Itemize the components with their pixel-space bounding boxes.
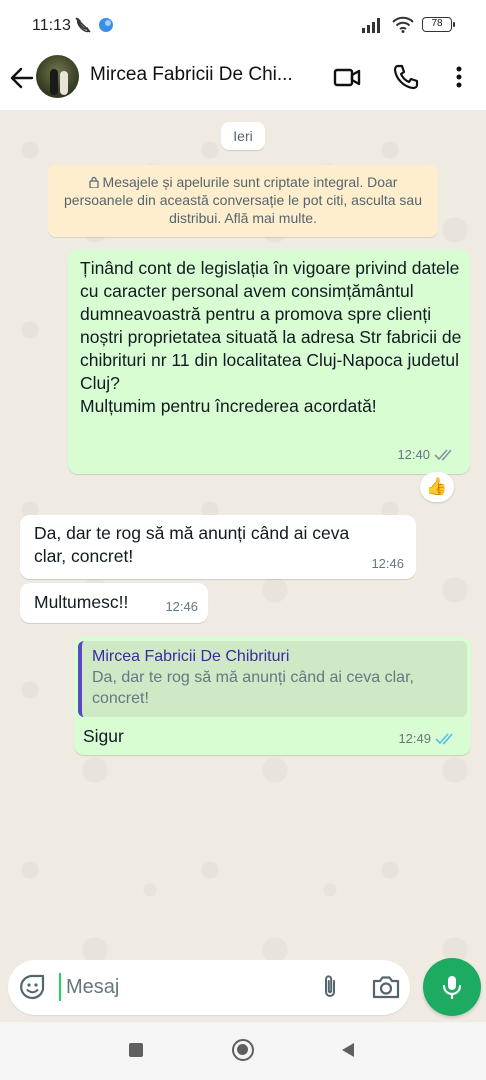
attach-icon[interactable] [315,972,345,1002]
emoji-sticker-icon[interactable] [19,973,47,1001]
mute-call-icon [75,17,91,33]
encryption-notice-text: Mesajele și apelurile sunt criptate inte… [64,174,422,226]
message-text: Da, dar te rog să mă anunți când ai ceva… [34,523,350,566]
quoted-message[interactable]: Mircea Fabricii De Chibrituri Da, dar te… [78,641,467,717]
message-time: 12:49 [398,731,431,746]
video-call-icon[interactable] [332,62,362,92]
app-notification-icon [99,18,113,32]
date-divider: Ieri [221,122,265,150]
message-time: 12:46 [371,556,404,571]
encryption-notice[interactable]: Mesajele și apelurile sunt criptate inte… [48,165,438,237]
back-arrow-icon[interactable] [8,64,36,92]
quoted-author: Mircea Fabricii De Chibrituri [92,648,290,665]
microphone-button[interactable] [423,958,481,1016]
message-composer [8,960,410,1015]
incoming-message[interactable]: Multumesc!! 12:46 [20,583,208,623]
incoming-message[interactable]: Da, dar te rog să mă anunți când ai ceva… [20,515,416,579]
outgoing-reply-message[interactable]: Mircea Fabricii De Chibrituri Da, dar te… [74,637,471,755]
back-icon[interactable] [340,1042,356,1058]
read-ticks-icon [434,448,452,460]
battery-icon: 78 [422,17,455,32]
status-bar: 11:13 78 [0,0,486,52]
lock-icon [88,176,99,188]
voice-call-icon[interactable] [391,62,421,92]
more-options-icon[interactable] [444,62,474,92]
message-text: Ținând cont de legislația în vigoare pri… [80,258,462,416]
status-time: 11:13 [32,17,71,34]
quoted-text: Da, dar te rog să mă anunți când ai ceva… [92,669,414,707]
system-navigation-bar [0,1022,486,1080]
message-time: 12:40 [397,447,430,462]
conversation-area[interactable]: Ieri Mesajele și apelurile sunt criptate… [0,110,486,960]
contact-name[interactable]: Mircea Fabricii De Chi... [90,64,320,86]
recents-icon[interactable] [129,1043,143,1057]
read-ticks-icon [435,732,453,744]
message-text: Sigur [83,726,124,746]
signal-icon [362,17,380,33]
reaction-thumbs-up[interactable]: 👍 [420,472,454,502]
message-time: 12:46 [165,599,198,614]
message-input[interactable] [66,972,286,1002]
text-cursor [59,973,61,1001]
contact-avatar[interactable] [36,55,79,98]
outgoing-message[interactable]: Ținând cont de legislația în vigoare pri… [68,249,470,474]
home-icon[interactable] [232,1039,254,1061]
camera-icon[interactable] [370,972,402,1002]
microphone-icon [442,976,462,1000]
chat-header: Mircea Fabricii De Chi... [0,52,486,110]
wifi-icon [392,16,414,33]
